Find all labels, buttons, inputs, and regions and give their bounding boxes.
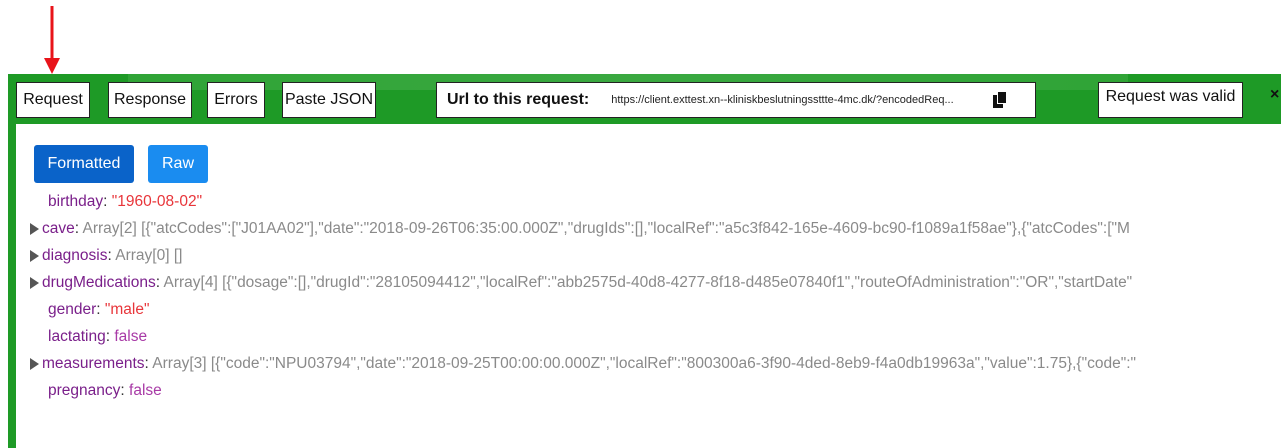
validation-status: Request was valid <box>1098 82 1243 118</box>
tree-row-measurements[interactable]: measurements: Array[3] [{"code":"NPU0379… <box>30 350 1273 377</box>
tree-type: Array[0] <box>115 247 170 264</box>
tree-value: "1960-08-02" <box>111 193 203 210</box>
tree-value: false <box>129 382 162 399</box>
tree-colon: : <box>103 193 112 210</box>
expand-triangle-icon[interactable] <box>30 222 39 235</box>
tree-type: Array[4] <box>163 274 218 291</box>
expand-triangle-icon[interactable] <box>30 357 39 370</box>
tree-preview: [{"atcCodes":["J01AA02"],"date":"2018-09… <box>141 220 1130 237</box>
json-tree: birthday: "1960-08-02" cave: Array[2] [{… <box>30 188 1273 404</box>
tree-key: pregnancy <box>48 382 121 399</box>
close-icon[interactable]: × <box>1270 86 1279 104</box>
tree-key: birthday <box>48 193 104 210</box>
copy-icon[interactable] <box>993 91 1008 109</box>
tree-preview: [{"code":"NPU03794","date":"2018-09-25T0… <box>210 355 1137 372</box>
tree-row-pregnancy: pregnancy: false <box>30 377 1273 404</box>
paste-json-button[interactable]: Paste JSON <box>282 82 376 118</box>
raw-view-button[interactable]: Raw <box>148 145 208 183</box>
tree-key: lactating <box>48 328 106 345</box>
formatted-view-button[interactable]: Formatted <box>34 145 134 183</box>
tree-type: Array[3] <box>152 355 207 372</box>
tree-row-birthday: birthday: "1960-08-02" <box>30 188 1273 215</box>
tree-key: gender <box>48 301 97 318</box>
request-url-value[interactable]: https://client.exttest.xn--kliniskbeslut… <box>611 94 981 106</box>
tree-row-drugMedications[interactable]: drugMedications: Array[4] [{"dosage":[],… <box>30 269 1273 296</box>
tree-key: diagnosis <box>42 247 108 264</box>
annotation-arrow <box>44 6 60 74</box>
tree-key: cave <box>42 220 75 237</box>
tree-colon: : <box>96 301 105 318</box>
errors-tab-button[interactable]: Errors <box>207 82 265 118</box>
request-url-box: Url to this request: https://client.extt… <box>436 82 1036 118</box>
tree-preview: [] <box>173 247 183 264</box>
tree-colon: : <box>120 382 130 399</box>
tree-row-gender: gender: "male" <box>30 296 1273 323</box>
tree-preview: [{"dosage":[],"drugId":"28105094412","lo… <box>222 274 1133 291</box>
tree-type: Array[2] <box>82 220 137 237</box>
url-label: Url to this request: <box>447 91 590 108</box>
tree-value: false <box>114 328 148 345</box>
tree-value: "male" <box>104 301 150 318</box>
tree-row-diagnosis[interactable]: diagnosis: Array[0] [] <box>30 242 1273 269</box>
request-tab-button[interactable]: Request <box>16 82 90 118</box>
expand-triangle-icon[interactable] <box>30 276 39 289</box>
tree-row-lactating: lactating: false <box>30 323 1273 350</box>
tree-key: measurements <box>42 355 145 372</box>
tree-colon: : <box>155 274 164 291</box>
tree-colon: : <box>74 220 83 237</box>
expand-triangle-icon[interactable] <box>30 249 39 262</box>
tree-key: drugMedications <box>42 274 156 291</box>
tree-row-cave[interactable]: cave: Array[2] [{"atcCodes":["J01AA02"],… <box>30 215 1273 242</box>
response-tab-button[interactable]: Response <box>108 82 192 118</box>
